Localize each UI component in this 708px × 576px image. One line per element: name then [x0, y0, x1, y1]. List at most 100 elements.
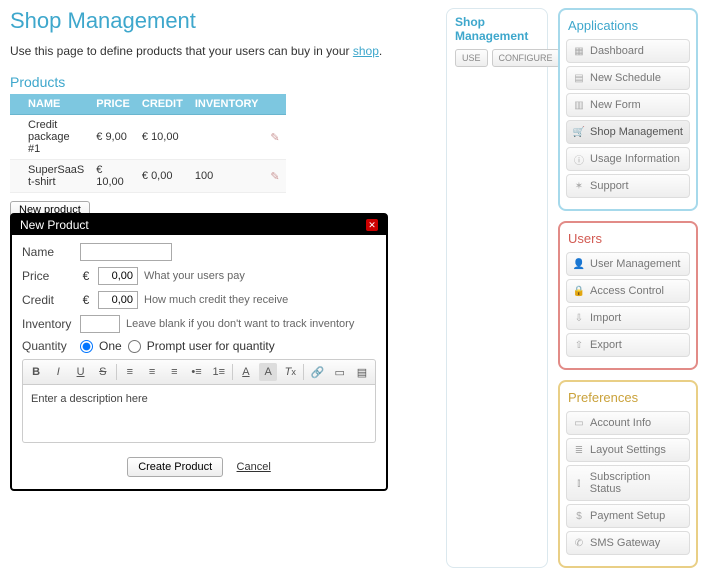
- import-icon: ⇩: [573, 312, 585, 324]
- modal-title: New Product: [20, 218, 89, 232]
- shop-link[interactable]: shop: [353, 44, 379, 58]
- label-credit: Credit: [22, 293, 74, 307]
- italic-icon[interactable]: I: [49, 363, 67, 381]
- sidebar-item-label: New Schedule: [590, 72, 661, 84]
- page-intro: Use this page to define products that yo…: [10, 44, 436, 58]
- form-icon: ▥: [573, 99, 585, 111]
- hint-inventory: Leave blank if you don't want to track i…: [126, 318, 354, 330]
- align-right-icon[interactable]: ≡: [165, 363, 183, 381]
- source-icon[interactable]: ▤: [353, 363, 371, 381]
- sidebar-item-label: Payment Setup: [590, 510, 665, 522]
- name-field[interactable]: [80, 243, 172, 261]
- image-icon[interactable]: ▭: [331, 363, 349, 381]
- calendar-icon: ▤: [573, 72, 585, 84]
- clear-format-icon[interactable]: Tx: [281, 363, 299, 381]
- sidebar-item-label: Usage Information: [590, 153, 680, 165]
- phone-icon: ✆: [573, 537, 585, 549]
- use-button[interactable]: USE: [455, 49, 488, 67]
- sidebar-item-label: Layout Settings: [590, 444, 666, 456]
- sidebar-item-shop-management[interactable]: 🛒Shop Management: [566, 120, 690, 144]
- credit-field[interactable]: [98, 291, 138, 309]
- sidebar-item-layout-settings[interactable]: ≣ Layout Settings: [566, 438, 690, 462]
- layout-icon: ≣: [573, 444, 585, 456]
- sidebar-item-usage[interactable]: ⓘ Usage Information: [566, 147, 690, 171]
- sidebar-item-label: Access Control: [590, 285, 664, 297]
- sidebar-item-label: Account Info: [590, 417, 651, 429]
- sidebar-item-access-control[interactable]: 🔒Access Control: [566, 279, 690, 303]
- shop-management-box: Shop Management USE CONFIGURE: [446, 8, 548, 568]
- currency-symbol: €: [80, 293, 92, 307]
- intro-text: Use this page to define products that yo…: [10, 44, 353, 58]
- sidebar-item-export[interactable]: ⇧Export: [566, 333, 690, 357]
- qty-one-radio[interactable]: [80, 340, 93, 353]
- price-field[interactable]: [98, 267, 138, 285]
- sidebar-item-label: Dashboard: [590, 45, 644, 57]
- sidebar-item-dashboard[interactable]: ▦ Dashboard: [566, 39, 690, 63]
- table-row: SuperSaaS t-shirt € 10,00 € 0,00 100 ✎: [10, 160, 286, 193]
- sidebar-item-new-form[interactable]: ▥ New Form: [566, 93, 690, 117]
- page-title: Shop Management: [10, 8, 436, 34]
- sidebar-item-subscription[interactable]: ⫾Subscription Status: [566, 465, 690, 501]
- cell-price: € 10,00: [90, 160, 136, 193]
- bold-icon[interactable]: B: [27, 363, 45, 381]
- description-field[interactable]: Enter a description here: [22, 385, 376, 443]
- grid-icon: ▦: [573, 45, 585, 57]
- list-ul-icon[interactable]: •≡: [187, 363, 205, 381]
- qty-one-label: One: [99, 339, 122, 353]
- strike-icon[interactable]: S: [94, 363, 112, 381]
- user-icon: 👤: [573, 258, 585, 270]
- edit-icon[interactable]: ✎: [270, 132, 279, 144]
- hint-price: What your users pay: [144, 270, 245, 282]
- products-table: Name Price Credit Inventory Credit packa…: [10, 94, 286, 193]
- align-center-icon[interactable]: ≡: [143, 363, 161, 381]
- label-price: Price: [22, 269, 74, 283]
- sidebar-item-support[interactable]: ✶Support: [566, 174, 690, 198]
- link-icon[interactable]: 🔗: [308, 363, 326, 381]
- col-inventory: Inventory: [189, 94, 265, 115]
- intro-suffix: .: [379, 44, 382, 58]
- label-name: Name: [22, 245, 74, 259]
- sidebar-item-label: Subscription Status: [590, 471, 683, 495]
- sidebar-item-label: Export: [590, 339, 622, 351]
- card-icon: ▭: [573, 417, 585, 429]
- sidebar-item-label: Support: [590, 180, 629, 192]
- align-left-icon[interactable]: ≡: [121, 363, 139, 381]
- sidebar-item-payment-setup[interactable]: $ Payment Setup: [566, 504, 690, 528]
- bg-color-icon[interactable]: A: [259, 363, 277, 381]
- cell-name: SuperSaaS t-shirt: [22, 160, 90, 193]
- label-quantity: Quantity: [22, 339, 74, 353]
- info-icon: ⓘ: [573, 153, 585, 165]
- inventory-field[interactable]: [80, 315, 120, 333]
- cell-inventory: 100: [189, 160, 265, 193]
- cell-price: € 9,00: [90, 115, 136, 160]
- sidebar-item-sms-gateway[interactable]: ✆SMS Gateway: [566, 531, 690, 555]
- col-name: Name: [22, 94, 90, 115]
- sidebar-item-label: Import: [590, 312, 621, 324]
- sidebar-item-new-schedule[interactable]: ▤ New Schedule: [566, 66, 690, 90]
- sidebar-item-import[interactable]: ⇩ Import: [566, 306, 690, 330]
- configure-button[interactable]: CONFIGURE: [492, 49, 560, 67]
- cart-icon: 🛒: [573, 126, 585, 138]
- cancel-link[interactable]: Cancel: [237, 461, 271, 473]
- edit-icon[interactable]: ✎: [270, 171, 279, 183]
- col-credit: Credit: [136, 94, 189, 115]
- close-icon[interactable]: ✕: [366, 219, 378, 231]
- qty-prompt-radio[interactable]: [128, 340, 141, 353]
- sidebar-item-account-info[interactable]: ▭ Account Info: [566, 411, 690, 435]
- sidebar-item-label: New Form: [590, 99, 641, 111]
- sidebar-item-user-management[interactable]: 👤User Management: [566, 252, 690, 276]
- qty-prompt-label: Prompt user for quantity: [147, 339, 275, 353]
- new-product-modal: New Product ✕ Name Price € What your use…: [10, 213, 388, 491]
- applications-panel: Applications ▦Dashboard ▤New Schedule ▥N…: [558, 8, 698, 211]
- underline-icon[interactable]: U: [71, 363, 89, 381]
- list-ol-icon[interactable]: 1≡: [210, 363, 228, 381]
- cell-name: Credit package #1: [22, 115, 90, 160]
- users-title: Users: [568, 231, 688, 246]
- money-icon: $: [573, 510, 585, 522]
- table-row: Credit package #1 € 9,00 € 10,00 ✎: [10, 115, 286, 160]
- font-color-icon[interactable]: A: [237, 363, 255, 381]
- editor-toolbar: B I U S ≡ ≡ ≡ •≡ 1≡ A A Tx 🔗 ▭: [22, 359, 376, 385]
- col-price: Price: [90, 94, 136, 115]
- shopbox-title: Shop Management: [455, 15, 539, 43]
- create-product-button[interactable]: Create Product: [127, 457, 223, 477]
